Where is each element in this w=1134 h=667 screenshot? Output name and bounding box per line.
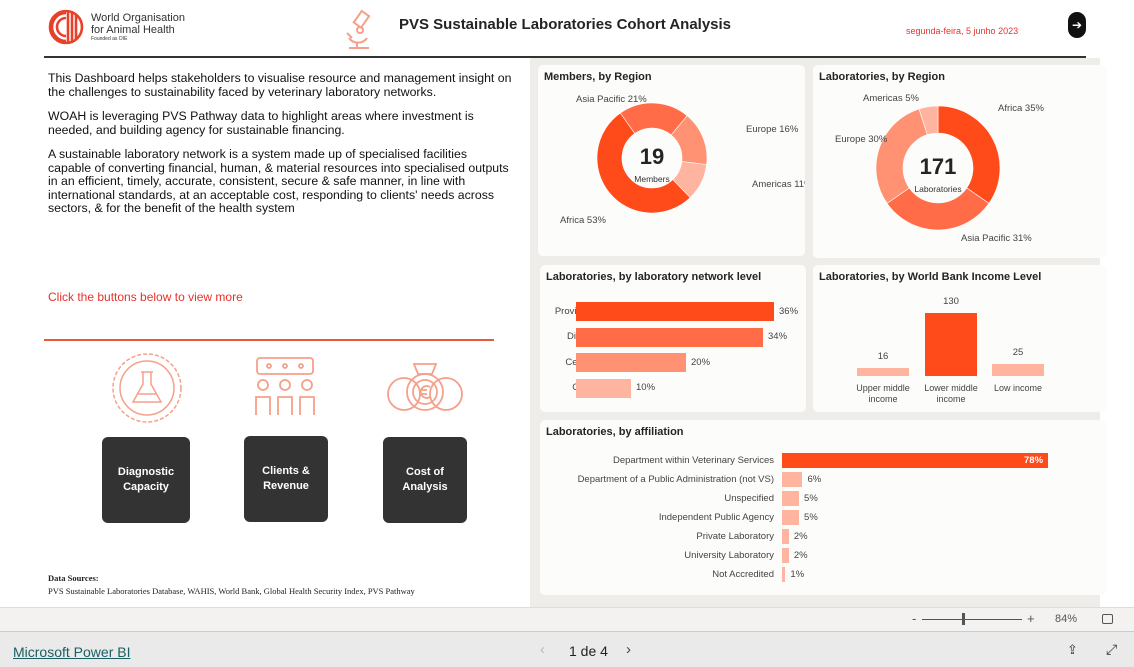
bar[interactable] xyxy=(992,363,1044,376)
bar[interactable] xyxy=(576,327,763,347)
people-speech-icon xyxy=(253,355,317,424)
data-label: 130 xyxy=(943,296,959,307)
data-label: 36% xyxy=(779,305,799,317)
org-name: World Organisation for Animal Health Found… xyxy=(91,12,185,42)
category-label: Independent Public Agency xyxy=(658,511,774,523)
bar[interactable] xyxy=(782,548,789,563)
page-title: PVS Sustainable Laboratories Cohort Anal… xyxy=(399,16,732,33)
slice-label: Africa 35% xyxy=(998,103,1044,114)
bar[interactable] xyxy=(576,353,686,372)
slice-label: Europe 16% xyxy=(746,124,799,135)
page-indicator: 1 de 4 xyxy=(569,643,608,659)
income-level-card: Laboratories, by World Bank Income Level… xyxy=(813,265,1107,412)
flask-seal-icon xyxy=(109,350,185,431)
coins-euro-icon xyxy=(384,360,466,419)
category-label: Unspecified xyxy=(724,492,774,504)
bar[interactable] xyxy=(782,510,800,525)
category-label: Private Laboratory xyxy=(696,530,774,542)
category-label: Department of a Public Administration (n… xyxy=(577,473,774,485)
slice-label: Europe 30% xyxy=(835,134,888,145)
cta-text: Click the buttons below to view more xyxy=(48,290,243,304)
bar[interactable] xyxy=(857,368,909,376)
bar[interactable] xyxy=(782,491,800,506)
microscope-icon xyxy=(345,8,375,57)
labs-by-region-card: Laboratories, by Region Africa 35% Asia P… xyxy=(813,65,1107,258)
affiliation-card: Laboratories, by affiliation Department … xyxy=(540,420,1107,595)
share-icon[interactable]: ⇪ xyxy=(1067,642,1078,658)
data-label: 25 xyxy=(1012,346,1024,358)
bar[interactable] xyxy=(782,529,789,544)
center-label: Laboratories xyxy=(914,184,961,194)
data-label: 78% xyxy=(1024,454,1044,466)
members-by-region-card: Members, by Region Africa 53% Asia Pacifi… xyxy=(538,65,805,256)
data-label: 16 xyxy=(877,351,889,363)
zoom-slider[interactable] xyxy=(922,619,1022,620)
charts-panel: Members, by Region Africa 53% Asia Pacifi… xyxy=(530,58,1107,607)
bar[interactable] xyxy=(782,472,803,487)
data-label: 10% xyxy=(636,382,656,393)
data-label: 5% xyxy=(804,492,818,504)
category-label: Department within Veterinary Services xyxy=(612,454,774,466)
data-label: 1% xyxy=(790,568,805,580)
bar[interactable] xyxy=(925,313,977,376)
data-label: 6% xyxy=(807,473,822,485)
category-label: Low income xyxy=(993,383,1043,393)
chart-title: Laboratories, by affiliation xyxy=(546,426,684,438)
network-level-card: Laboratories, by laboratory network leve… xyxy=(540,265,806,412)
labs-donut: Africa 35% Asia Pacific 31% Europe 30% Amer… xyxy=(835,93,1044,244)
chart-title: Laboratories, by World Bank Income Level xyxy=(819,271,1042,283)
center-value: 19 xyxy=(640,144,664,169)
arrow-right-icon: ➔ xyxy=(1071,18,1083,32)
category-label: University Laboratory xyxy=(684,549,774,561)
zoom-level: 84% xyxy=(1055,613,1078,625)
zoom-slider-thumb[interactable] xyxy=(962,613,965,625)
donut-slice[interactable] xyxy=(886,187,990,231)
slice-label: Asia Pacific 21% xyxy=(576,94,647,105)
zoom-out-button[interactable]: - xyxy=(912,611,916,626)
data-sources: Data Sources: PVS Sustainable Laboratorie… xyxy=(48,573,415,596)
powerbi-footer: Microsoft Power BI ‹ 1 de 4 › ⇪ ⤢ xyxy=(0,631,1134,667)
center-value: 171 xyxy=(920,154,957,179)
prev-page-icon[interactable]: ‹ xyxy=(540,641,545,658)
next-page-button[interactable]: ➔ xyxy=(1068,12,1086,38)
data-label: 2% xyxy=(793,549,808,561)
data-label: 34% xyxy=(768,331,788,342)
chart-title: Laboratories, by laboratory network leve… xyxy=(546,271,762,283)
report-date: segunda-feira, 5 junho 2023 xyxy=(906,26,1019,36)
clients-revenue-button[interactable]: Clients & Revenue xyxy=(244,436,328,522)
data-label: 5% xyxy=(804,511,818,523)
members-donut: Africa 53% Asia Pacific 21% Europe 16% Amer… xyxy=(560,94,805,226)
fit-to-page-icon[interactable] xyxy=(1102,614,1113,624)
slice-label: Americas 5% xyxy=(863,93,920,104)
powerbi-link[interactable]: Microsoft Power BI xyxy=(13,644,130,660)
cost-of-analysis-button[interactable]: Cost of Analysis xyxy=(383,437,467,523)
zoom-toolbar: - + 84% xyxy=(0,607,1134,631)
bar[interactable] xyxy=(576,378,631,398)
slice-label: Asia Pacific 31% xyxy=(961,233,1032,244)
diagnostic-capacity-button[interactable]: Diagnostic Capacity xyxy=(102,437,190,523)
bar[interactable] xyxy=(576,302,774,321)
woah-logo xyxy=(48,9,84,50)
divider xyxy=(44,339,494,341)
fullscreen-icon[interactable]: ⤢ xyxy=(1106,641,1117,658)
bar[interactable] xyxy=(782,567,786,582)
center-label: Members xyxy=(634,174,669,184)
intro-text: This Dashboard helps stakeholders to vis… xyxy=(48,71,512,215)
slice-label: Africa 53% xyxy=(560,215,606,226)
slice-label: Americas 11% xyxy=(752,179,805,190)
category-label: Not Accredited xyxy=(712,568,774,580)
zoom-in-button[interactable]: + xyxy=(1027,611,1035,626)
bar[interactable] xyxy=(782,453,1048,468)
next-page-icon[interactable]: › xyxy=(626,641,631,658)
data-label: 2% xyxy=(793,530,808,542)
data-label: 20% xyxy=(691,356,711,368)
